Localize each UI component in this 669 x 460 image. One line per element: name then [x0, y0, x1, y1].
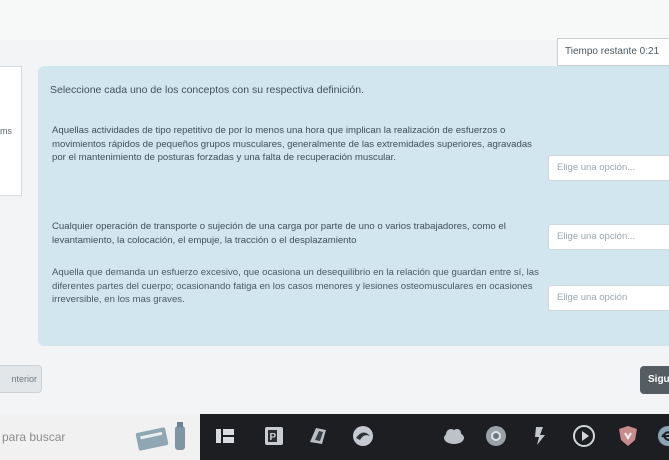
media-player-icon[interactable]	[572, 424, 596, 448]
chrome-icon[interactable]	[484, 424, 508, 448]
cloud-icon[interactable]	[440, 424, 466, 448]
taskbar-search-placeholder: para buscar	[2, 430, 66, 444]
shield-icon[interactable]	[616, 424, 640, 448]
time-remaining-label: Tiempo restante 0:21	[565, 46, 660, 57]
file-explorer-icon[interactable]	[306, 424, 332, 448]
side-fragment-text: ms	[0, 126, 12, 136]
definition-text-2: Cualquier operación de transporte o suje…	[52, 221, 506, 246]
previous-page-button[interactable]: nterior	[0, 365, 42, 393]
top-strip	[0, 0, 669, 40]
powerpoint-icon[interactable]: P	[262, 424, 286, 448]
search-illustration-icon	[135, 422, 185, 451]
browser-icon[interactable]	[350, 424, 376, 448]
definition-text-1: Aquellas actividades de tipo repetitivo …	[52, 125, 532, 164]
svg-text:P: P	[270, 432, 277, 443]
next-page-button[interactable]: Sigu	[640, 366, 669, 394]
edge-icon[interactable]	[656, 424, 669, 448]
windows-taskbar: para buscar P	[0, 414, 669, 460]
definition-text-3: Aquella que demanda un esfuerzo excesivo…	[52, 267, 539, 306]
answer-select-3[interactable]: Elige una opción	[548, 285, 669, 311]
answer-select-1[interactable]: Elige una opción...	[548, 155, 669, 181]
question-instruction: Seleccione cada uno de los conceptos con…	[50, 84, 365, 96]
time-remaining-box: Tiempo restante 0:21	[557, 38, 669, 66]
task-view-icon[interactable]	[213, 424, 237, 448]
answer-select-2[interactable]: Elige una opción...	[548, 224, 669, 250]
app-icon[interactable]	[528, 424, 552, 448]
taskbar-search-box[interactable]: para buscar	[0, 414, 200, 460]
